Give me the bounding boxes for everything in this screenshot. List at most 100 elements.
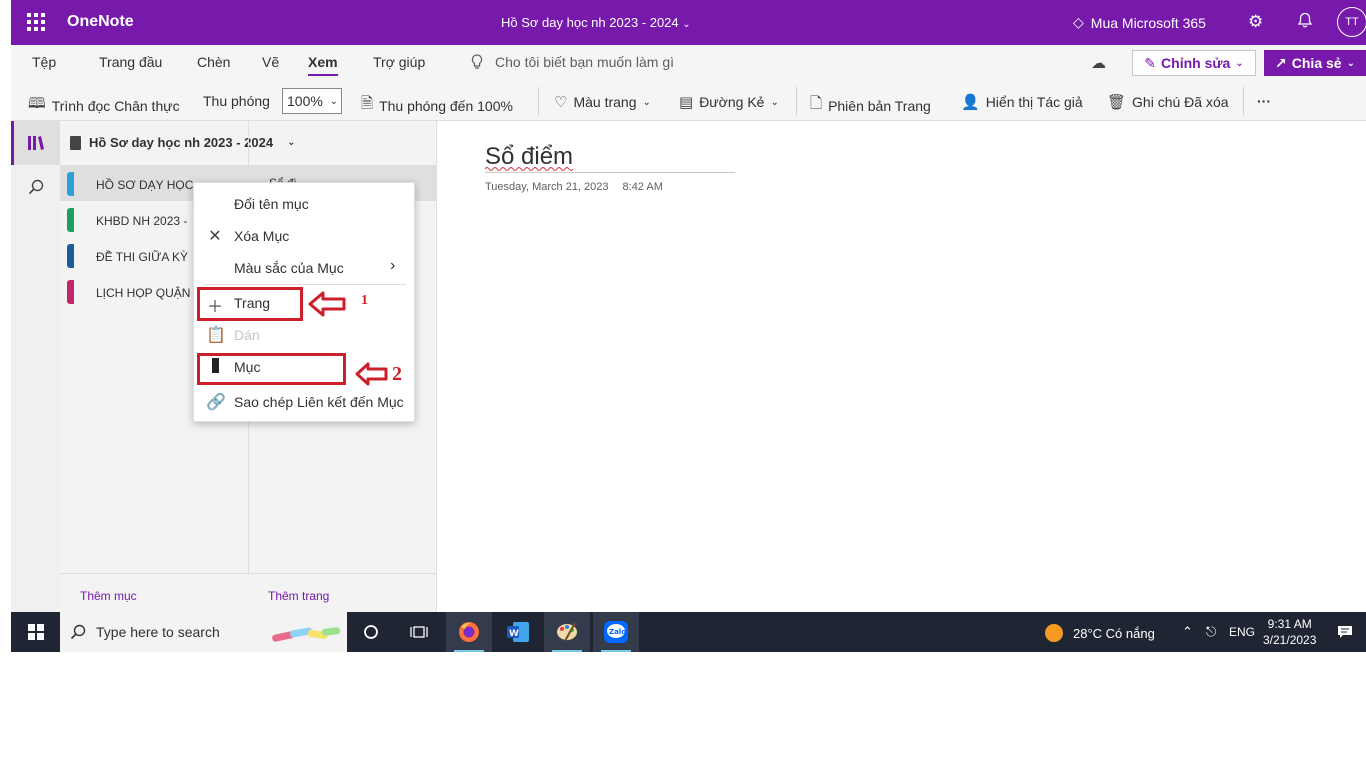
menu-item-paste[interactable]: 📋 Dán: [194, 319, 416, 351]
menu-item-label: Dán: [234, 327, 260, 343]
zoom-select[interactable]: 100% ⌄: [282, 88, 342, 114]
chevron-down-icon: ⌄: [329, 95, 338, 107]
callout-arrow-1-icon: [308, 291, 346, 317]
page-color-button[interactable]: ♡ Màu trang ⌄: [554, 93, 651, 111]
more-options-button[interactable]: ···: [1257, 93, 1271, 109]
immersive-reader-label: Trình đọc Chân thực: [51, 97, 180, 114]
onenote-window: OneNote Hồ Sơ day học nh 2023 - 2024 ⌄ ◇…: [11, 0, 1366, 652]
user-avatar[interactable]: TT: [1337, 7, 1366, 37]
deleted-notes-label: Ghi chú Đã xóa: [1132, 94, 1229, 110]
rule-lines-button[interactable]: ▤ Đường Kẻ ⌄: [679, 93, 779, 111]
add-page-button[interactable]: Thêm trang: [268, 589, 329, 603]
page-time: 8:42 AM: [622, 181, 663, 193]
ribbon-separator: [538, 87, 539, 115]
page-versions-label: Phiên bản Trang: [828, 97, 931, 114]
page-versions-button[interactable]: 🗋 Phiên bản Trang: [810, 93, 931, 118]
paint-palette-icon[interactable]: [544, 612, 590, 652]
windows-taskbar: Type here to search W Zalo 28°C Có nắng …: [11, 612, 1366, 652]
chevron-down-icon: ⌄: [682, 19, 691, 30]
sync-status-cloud-icon[interactable]: ☁: [1091, 54, 1106, 72]
tab-home[interactable]: Trang đầu: [99, 54, 162, 70]
chevron-up-icon[interactable]: ⌃: [1182, 624, 1193, 640]
section-color-tab: [67, 244, 74, 268]
menu-item-section-color[interactable]: Màu sắc của Mục ›: [194, 252, 416, 284]
section-label: HỒ SƠ DẠY HỌC: [96, 178, 194, 192]
ribbon-separator: [796, 87, 797, 115]
chevron-down-icon: ⌄: [770, 96, 779, 108]
rule-lines-icon: ▤: [679, 94, 694, 111]
notebook-name: Hồ Sơ day học nh 2023 - 2024: [89, 135, 274, 150]
section-label: KHBD NH 2023 -: [96, 214, 188, 228]
share-label: Chia sẻ: [1291, 55, 1342, 71]
lightbulb-icon: [471, 54, 483, 69]
paste-icon: 📋: [206, 327, 226, 344]
word-icon[interactable]: W: [495, 612, 541, 652]
settings-gear-icon[interactable]: ⚙: [1248, 12, 1263, 32]
show-authors-icon: 👤: [961, 94, 980, 111]
notification-bell-icon[interactable]: [1297, 12, 1313, 34]
ribbon-tabs: Tệp Trang đầu Chèn Vẽ Xem Trợ giúp Cho t…: [11, 45, 1366, 83]
tab-draw[interactable]: Vẽ: [262, 54, 279, 70]
highlight-box-new-section: [197, 353, 346, 385]
action-center-icon[interactable]: [1337, 624, 1353, 643]
tab-file[interactable]: Tệp: [32, 54, 56, 70]
chevron-down-icon: ⌄: [1235, 57, 1244, 69]
taskbar-search-box[interactable]: Type here to search: [60, 612, 347, 652]
tab-insert[interactable]: Chèn: [197, 54, 230, 70]
search-icon: [28, 179, 43, 195]
menu-item-rename-section[interactable]: Đổi tên mục: [194, 188, 416, 220]
immersive-reader-button[interactable]: 🕮 Trình đọc Chân thực: [28, 93, 180, 118]
navigation-rail: [11, 121, 60, 612]
app-name[interactable]: OneNote: [67, 13, 134, 31]
start-button[interactable]: [11, 612, 60, 652]
clock-time: 9:31 AM: [1267, 617, 1312, 631]
show-authors-button[interactable]: 👤 Hiển thị Tác giả: [961, 93, 1083, 111]
title-bar: OneNote Hồ Sơ day học nh 2023 - 2024 ⌄ ◇…: [11, 0, 1366, 45]
system-clock[interactable]: 9:31 AM 3/21/2023: [1263, 616, 1316, 648]
notebooks-library-button[interactable]: [11, 121, 60, 165]
page-date: Tuesday, March 21, 2023: [485, 181, 609, 193]
add-section-button[interactable]: Thêm mục: [80, 589, 137, 603]
tab-help[interactable]: Trợ giúp: [373, 54, 425, 70]
document-title-text: Hồ Sơ day học nh 2023 - 2024: [501, 15, 679, 30]
menu-item-label: Đổi tên mục: [234, 196, 309, 212]
buy-microsoft-365-link[interactable]: ◇ Mua Microsoft 365: [1073, 14, 1206, 31]
document-title[interactable]: Hồ Sơ day học nh 2023 - 2024 ⌄: [501, 15, 691, 30]
tell-me-placeholder: Cho tôi biết bạn muốn làm gì: [495, 54, 674, 70]
page-timestamp: Tuesday, March 21, 2023 8:42 AM: [485, 181, 663, 193]
menu-item-delete-section[interactable]: ✕ Xóa Mục: [194, 220, 416, 252]
ribbon-view-commands: 🕮 Trình đọc Chân thực Thu phóng 100% ⌄ 🗎…: [11, 83, 1366, 121]
tab-view[interactable]: Xem: [308, 54, 338, 76]
tell-me-search[interactable]: Cho tôi biết bạn muốn làm gì: [471, 54, 674, 70]
zoom-100-label: Thu phóng đến 100%: [379, 97, 513, 114]
share-icon: ↗: [1275, 54, 1287, 71]
paint-bucket-icon: ♡: [554, 94, 568, 111]
firefox-icon[interactable]: [446, 612, 492, 652]
section-label: ĐỀ THI GIỮA KỲ: [96, 250, 189, 264]
deleted-notes-button[interactable]: 🗑 Ghi chú Đã xóa: [1107, 93, 1229, 111]
zoom-100-icon: 🗎: [361, 95, 374, 112]
input-language[interactable]: ENG: [1229, 625, 1255, 639]
weather-widget[interactable]: 28°C Có nắng: [1045, 624, 1155, 642]
task-view-icon[interactable]: [396, 612, 442, 652]
section-color-tab: [67, 280, 74, 304]
page-versions-icon: 🗋: [810, 95, 823, 112]
notebooks-library-icon: [27, 136, 44, 150]
menu-item-label: Màu sắc của Mục: [234, 260, 344, 276]
menu-item-copy-link[interactable]: 🔗 Sao chép Liên kết đến Mục: [194, 386, 416, 418]
taskbar-search-placeholder: Type here to search: [96, 624, 220, 640]
zoom-100-button[interactable]: 🗎 Thu phóng đến 100%: [361, 93, 513, 118]
page-canvas[interactable]: Sổ điểm Tuesday, March 21, 2023 8:42 AM: [437, 121, 1366, 612]
close-icon: ✕: [208, 228, 222, 245]
sun-weather-icon: [1045, 624, 1063, 642]
callout-arrow-2-icon: [355, 362, 388, 386]
immersive-reader-icon: 🕮: [28, 95, 46, 112]
share-button[interactable]: ↗ Chia sẻ ⌄: [1264, 50, 1366, 76]
edit-mode-button[interactable]: ✎ Chỉnh sửa ⌄: [1132, 50, 1256, 76]
search-icon: [70, 624, 86, 640]
search-button[interactable]: [11, 165, 60, 209]
network-icon[interactable]: ⎋: [1206, 624, 1216, 640]
zalo-icon[interactable]: Zalo: [593, 612, 639, 652]
app-launcher-icon[interactable]: [27, 13, 45, 31]
cortana-circle-icon[interactable]: [348, 612, 394, 652]
